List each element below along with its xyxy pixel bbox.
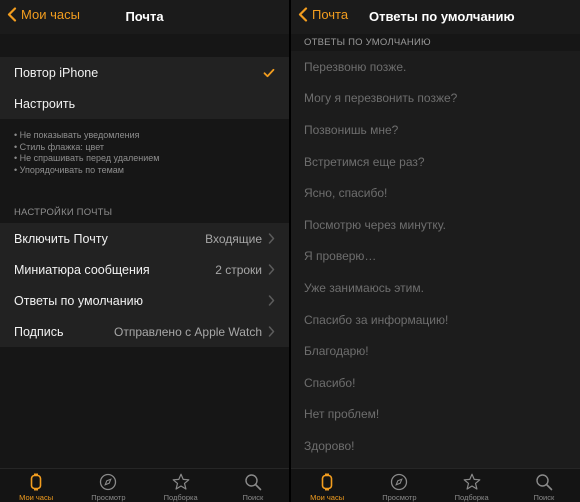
back-label: Почта [312,7,349,22]
tab-bar: Мои часы Просмотр Подборка Поиск [291,468,580,502]
search-icon [245,474,262,491]
chevron-right-icon [268,295,275,306]
tab-my-watch[interactable]: Мои часы [291,469,363,502]
watch-icon [321,473,333,491]
reply-item[interactable]: Спасибо! [291,367,580,399]
chevron-left-icon [298,7,308,22]
row-label: Ответы по умолчанию [14,293,143,308]
search-icon [536,474,553,491]
tab-explore[interactable]: Просмотр [363,469,435,502]
section-header: ОТВЕТЫ ПО УМОЛЧАНИЮ [304,37,431,48]
signature-row[interactable]: Подпись Отправлено с Apple Watch [0,316,289,347]
tab-label: Мои часы [310,493,345,502]
row-value: 2 строки [215,262,262,277]
default-replies-row[interactable]: Ответы по умолчанию [0,285,289,316]
tab-search[interactable]: Поиск [217,469,289,502]
chevron-right-icon [268,264,275,275]
reply-item[interactable]: Здорово! [291,430,580,462]
row-label: Включить Почту [14,231,108,246]
default-replies-screen: Почта Ответы по умолчанию ОТВЕТЫ ПО УМОЛ… [291,0,580,502]
reply-item[interactable]: Могу я перезвонить позже? [291,83,580,115]
reply-item[interactable]: Посмотрю через минутку. [291,209,580,241]
summary-line: • Не показывать уведомления [14,130,140,140]
watch-icon [30,473,42,491]
row-label: Повтор iPhone [14,65,99,80]
reply-item[interactable]: Встретимся еще раз? [291,146,580,178]
row-label: Подпись [14,324,64,339]
page-title: Ответы по умолчанию [369,9,515,24]
navigation-bar: Мои часы Почта [0,0,289,34]
tab-search[interactable]: Поиск [508,469,580,502]
reply-item[interactable]: Спасибо за информацию! [291,304,580,336]
tab-featured[interactable]: Подборка [436,469,508,502]
page-title: Почта [125,9,164,24]
replies-list: Перезвоню позже. Могу я перезвонить позж… [291,51,580,468]
chevron-right-icon [268,233,275,244]
reply-item[interactable]: Перезвоню позже. [291,51,580,83]
tab-label: Подборка [163,493,198,502]
enable-mail-row[interactable]: Включить Почту Входящие [0,223,289,254]
tab-bar: Мои часы Просмотр Подборка Поиск [0,468,289,502]
checkmark-icon [263,68,275,77]
tab-my-watch[interactable]: Мои часы [0,469,72,502]
row-label: Настроить [14,96,76,111]
reply-item[interactable]: Нет проблем! [291,399,580,431]
row-value: Отправлено с Apple Watch [113,324,262,339]
tab-featured[interactable]: Подборка [145,469,217,502]
section-header: НАСТРОЙКИ ПОЧТЫ [14,207,113,218]
reply-item[interactable]: Благодарю! [291,335,580,367]
settings-summary: • Не показывать уведомления • Стиль флаж… [14,130,159,176]
chevron-right-icon [268,326,275,337]
tab-label: Просмотр [91,493,126,502]
tab-label: Мои часы [19,493,54,502]
mirror-iphone-row[interactable]: Повтор iPhone [0,57,289,88]
compass-icon [100,473,117,491]
custom-row[interactable]: Настроить [0,88,289,119]
reply-item[interactable]: Позвонишь мне? [291,114,580,146]
star-icon [172,473,190,490]
row-value: Входящие [205,231,262,246]
tab-explore[interactable]: Просмотр [72,469,144,502]
message-preview-row[interactable]: Миниатюра сообщения 2 строки [0,254,289,285]
row-label: Миниатюра сообщения [14,262,150,277]
reply-item[interactable]: Я проверю… [291,241,580,273]
mail-settings-screen: Мои часы Почта Повтор iPhone Настроить •… [0,0,289,502]
tab-label: Поиск [242,493,264,502]
mirror-group: Повтор iPhone Настроить [0,57,289,119]
summary-line: • Упорядочивать по темам [14,164,124,175]
summary-line: • Стиль флажка: цвет [14,141,105,152]
mail-settings-group: Включить Почту Входящие Миниатюра сообще… [0,223,289,347]
tab-label: Просмотр [382,493,417,502]
tab-label: Подборка [454,493,489,502]
tab-label: Поиск [533,493,555,502]
star-icon [463,473,481,490]
reply-item[interactable]: Ясно, спасибо! [291,177,580,209]
summary-line: • Не спрашивать перед удалением [14,153,160,163]
compass-icon [391,473,408,491]
back-button[interactable]: Почта [298,7,348,22]
reply-item[interactable]: Уже занимаюсь этим. [291,272,580,304]
navigation-bar: Почта Ответы по умолчанию [291,0,580,34]
